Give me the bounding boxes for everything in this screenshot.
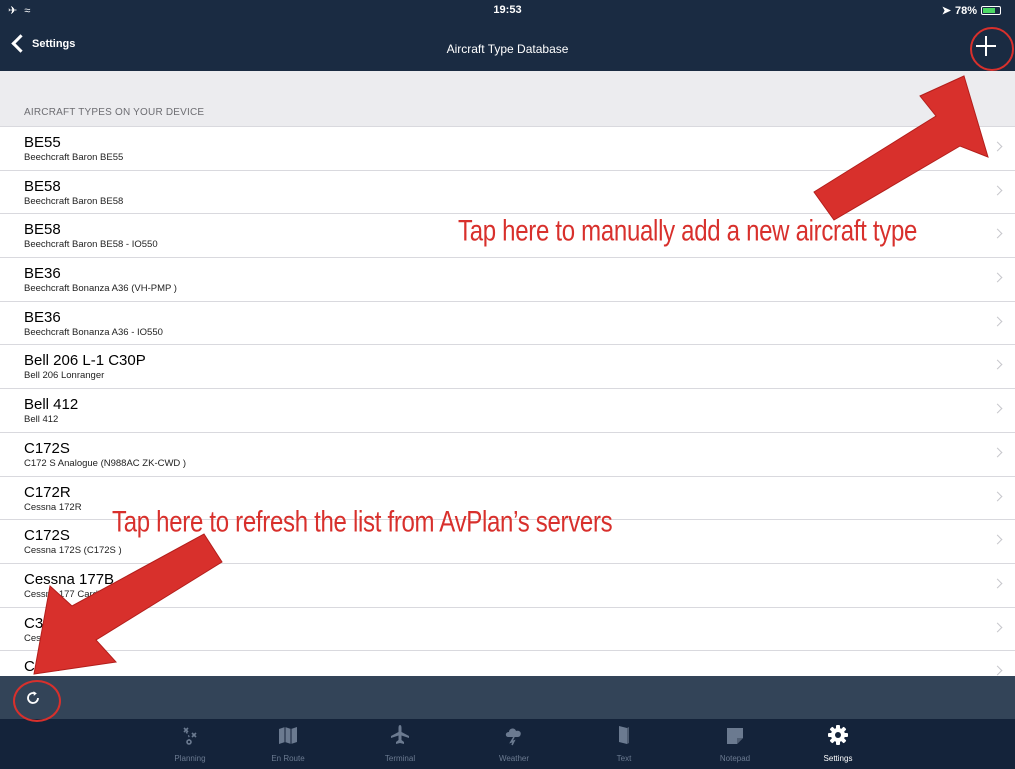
aircraft-row[interactable]: BE55 Beechcraft Baron BE55 — [0, 126, 1015, 170]
notepad-icon — [697, 724, 773, 746]
tab-label: Text — [616, 754, 632, 763]
aircraft-row[interactable]: Cessna 177B Cessna 177 Cardinal — [0, 562, 1015, 607]
document-icon — [586, 724, 662, 746]
section-header: AIRCRAFT TYPES ON YOUR DEVICE — [24, 107, 205, 118]
aircraft-description: Cessna 177 Cardinal — [24, 588, 113, 600]
aircraft-description: C172 S Analogue (N988AC ZK-CWD ) — [24, 457, 187, 469]
location-icon: ➤ — [941, 5, 951, 17]
tab-weather[interactable]: Weather — [476, 724, 552, 763]
tab-label: Weather — [498, 754, 530, 763]
status-bar: ✈ ≈ 19:53 ➤ 78% — [0, 0, 1015, 20]
route-icon — [152, 724, 228, 746]
highlight-ring-add — [970, 27, 1014, 71]
tab-notepad[interactable]: Notepad — [697, 724, 773, 763]
status-right: ➤ 78% — [942, 4, 1001, 17]
add-hint-text: Tap here to manually add a new aircraft … — [458, 214, 918, 248]
aircraft-code: C441 — [24, 658, 60, 676]
status-time: 19:53 — [493, 4, 522, 16]
aircraft-description: Bell 206 Lonranger — [24, 370, 105, 382]
aircraft-row[interactable]: C172S C172 S Analogue (N988AC ZK-CWD ) — [0, 431, 1015, 476]
bottom-toolbar — [0, 676, 1015, 719]
aircraft-row[interactable]: BE36 Beechcraft Bonanza A36 - IO550 — [0, 300, 1015, 345]
tab-text[interactable]: Text — [586, 724, 662, 763]
tab-label: Planning — [174, 754, 206, 763]
weather-icon — [476, 724, 552, 746]
tab-label: Notepad — [719, 754, 751, 763]
aircraft-description: Cessna 310 — [24, 632, 75, 644]
aircraft-code: BE36 — [24, 265, 61, 283]
highlight-ring-refresh — [13, 680, 61, 722]
navigation-bar: ✈ ≈ 19:53 ➤ 78% Settings Aircraft Type D… — [0, 0, 1015, 71]
aircraft-code: BE55 — [24, 134, 61, 151]
aircraft-row[interactable]: BE36 Beechcraft Bonanza A36 (VH-PMP ) — [0, 257, 1015, 301]
battery-icon — [981, 6, 1001, 15]
map-icon — [250, 724, 326, 746]
aircraft-code: C310 — [24, 614, 60, 632]
aircraft-code: BE58 — [24, 177, 61, 195]
tab-label: Terminal — [384, 754, 416, 763]
aircraft-description: Beechcraft Baron BE55 — [24, 152, 124, 163]
tab-en-route[interactable]: En Route — [250, 724, 326, 763]
tab-label: Settings — [823, 754, 853, 763]
battery-percent: 78% — [954, 4, 977, 17]
aircraft-row[interactable]: Bell 206 L-1 C30P Bell 206 Lonranger — [0, 344, 1015, 389]
tab-settings[interactable]: Settings — [800, 724, 876, 763]
aircraft-type-list: BE55 Beechcraft Baron BE55 BE58 Beechcraft … — [0, 126, 1015, 694]
gear-icon — [800, 724, 876, 746]
aircraft-code: BE36 — [24, 308, 61, 326]
aircraft-code: Bell 412 — [24, 396, 79, 414]
aircraft-code: Cessna 177B — [24, 570, 115, 588]
aircraft-description: Bell 412 — [24, 414, 59, 426]
tab-bar: Planning En Route Terminal Weather Text Notep… — [0, 719, 1015, 769]
tab-label: En Route — [271, 754, 305, 763]
aircraft-description: Cessna 172S (C172S ) — [24, 545, 122, 557]
aircraft-row[interactable]: C310 Cessna 310 — [0, 606, 1015, 651]
aircraft-code: C172R — [24, 483, 71, 501]
tab-planning[interactable]: Planning — [152, 724, 228, 763]
aircraft-description: Beechcraft Baron BE58 — [24, 195, 124, 207]
aircraft-description: Beechcraft Bonanza A36 (VH-PMP ) — [24, 283, 177, 295]
aircraft-code: C172S — [24, 439, 70, 457]
airplane-icon — [362, 724, 438, 746]
page-title: Aircraft Type Database — [446, 42, 569, 56]
aircraft-row[interactable]: Bell 412 Bell 412 — [0, 388, 1015, 432]
aircraft-code: Bell 206 L-1 C30P — [24, 352, 146, 370]
tab-terminal[interactable]: Terminal — [362, 724, 438, 763]
aircraft-row[interactable]: BE58 Beechcraft Baron BE58 — [0, 169, 1015, 214]
refresh-hint-text: Tap here to refresh the list from AvPlan… — [112, 505, 613, 539]
aircraft-description: Beechcraft Bonanza A36 - IO550 — [24, 326, 163, 338]
